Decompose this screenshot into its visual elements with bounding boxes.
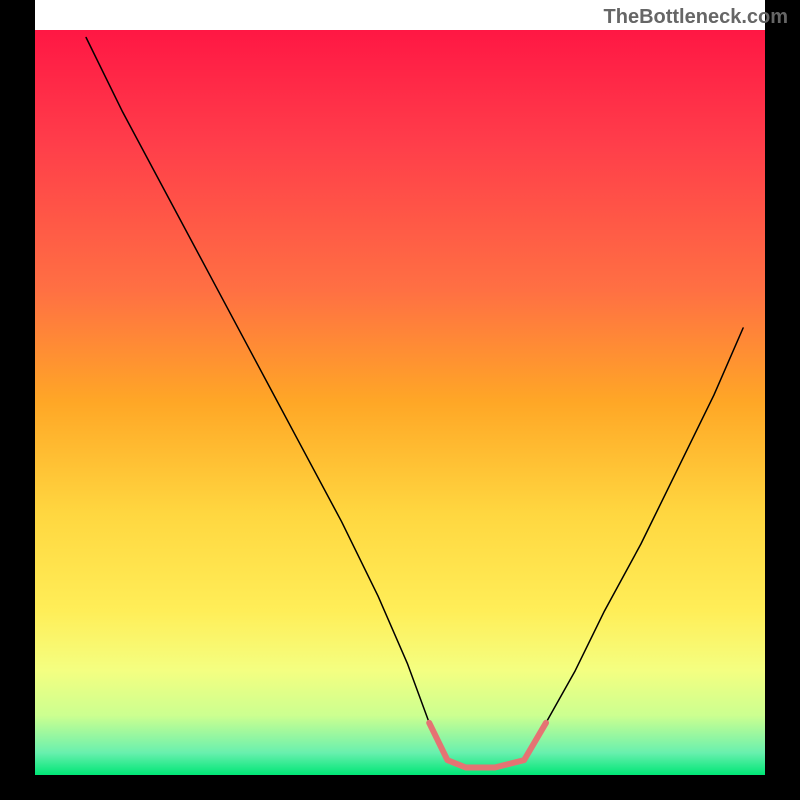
plot-background	[35, 30, 765, 775]
frame-bottom	[0, 775, 800, 800]
watermark-text: TheBottleneck.com	[604, 6, 788, 29]
frame-right	[765, 0, 800, 800]
frame-left	[0, 0, 35, 800]
chart-container: TheBottleneck.com	[0, 0, 800, 800]
bottleneck-chart	[0, 0, 800, 800]
